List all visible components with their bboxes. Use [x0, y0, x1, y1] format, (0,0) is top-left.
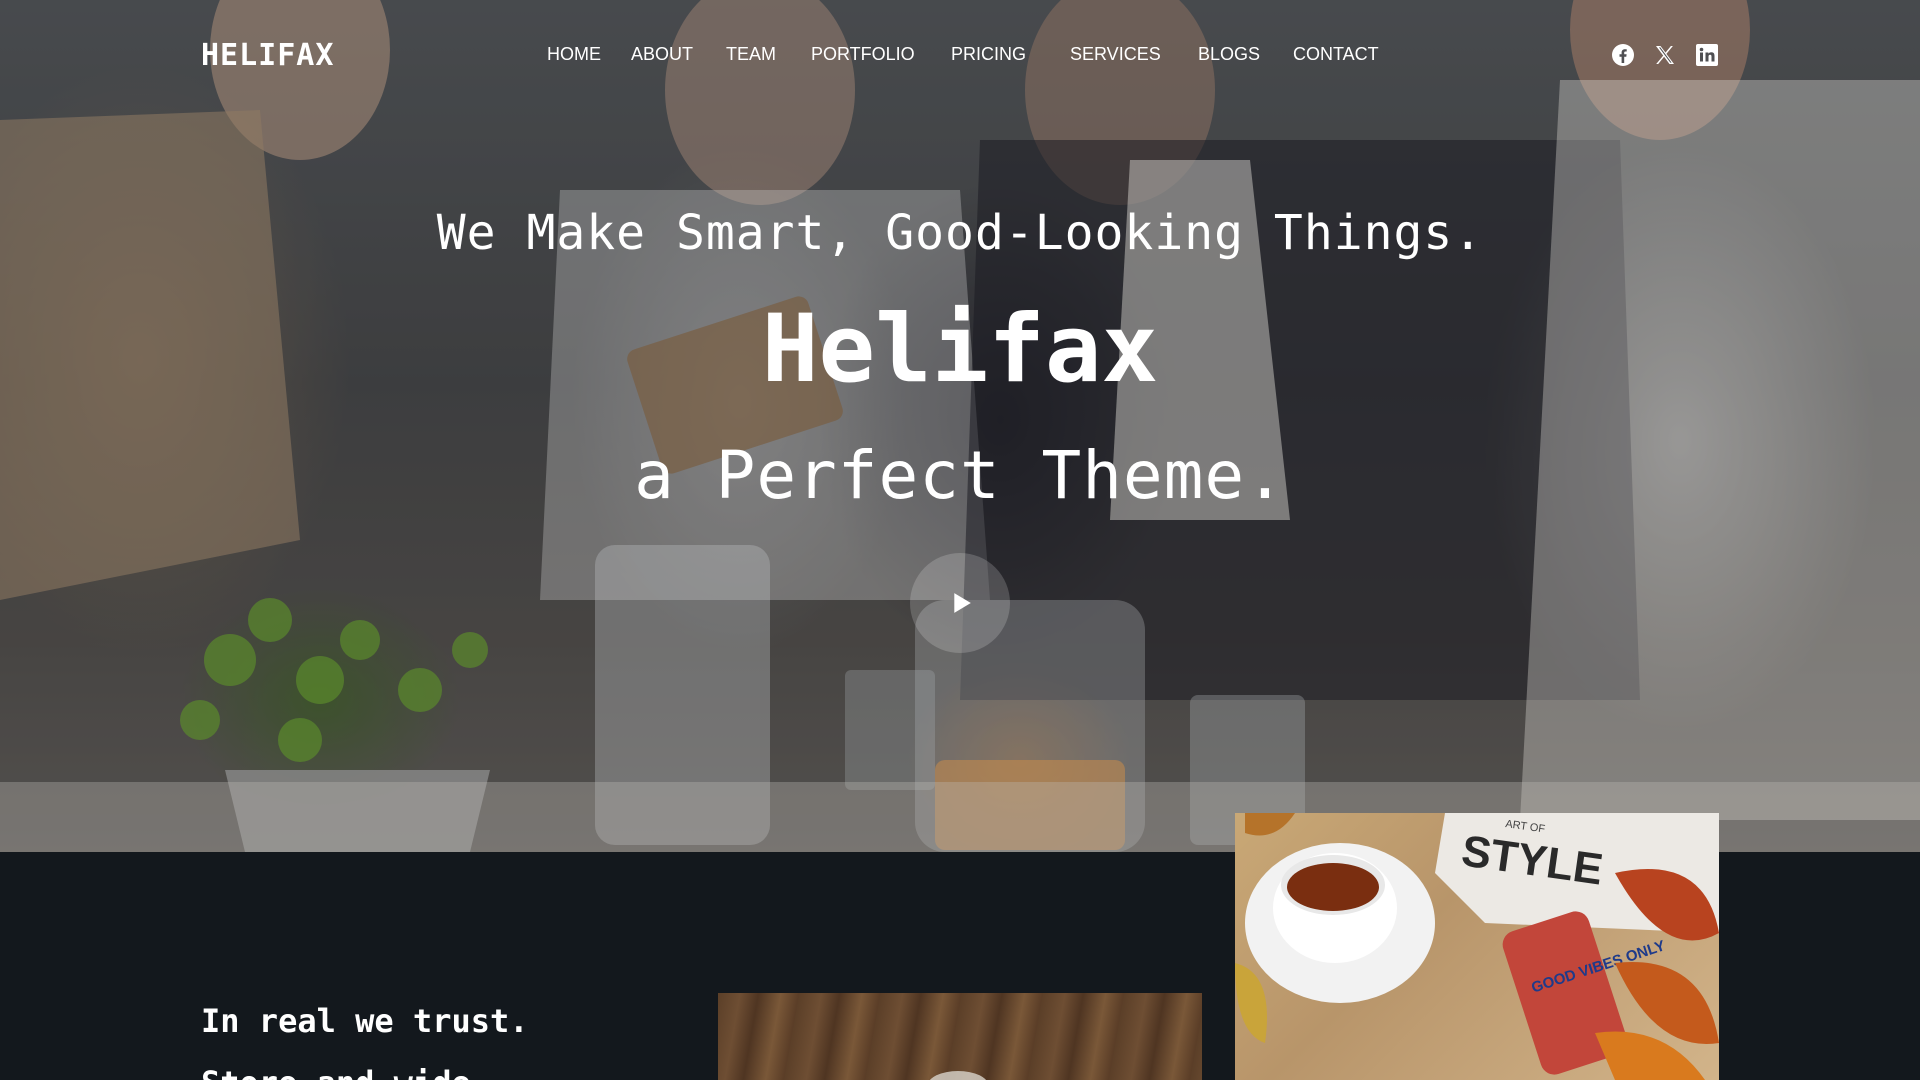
nav-about[interactable]: ABOUT — [631, 44, 693, 65]
tea-magazine-illustration: ART OF STYLE GOOD VIBES ONLY — [1235, 813, 1719, 1080]
site-logo[interactable]: HELIFAX — [201, 38, 334, 73]
nav-contact[interactable]: CONTACT — [1293, 44, 1379, 65]
nav-services[interactable]: SERVICES — [1070, 44, 1161, 65]
hero-section: HELIFAX HOME ABOUT TEAM PORTFOLIO PRICIN… — [0, 0, 1920, 852]
nav-pricing[interactable]: PRICING — [951, 44, 1026, 65]
hero-tagline: We Make Smart, Good-Looking Things. — [436, 205, 1484, 261]
facebook-icon[interactable] — [1611, 43, 1635, 67]
video-play-button[interactable] — [910, 553, 1010, 653]
hero-subtitle: a Perfect Theme. — [634, 437, 1286, 514]
nav-blogs[interactable]: BLOGS — [1198, 44, 1260, 65]
section-subheading: Store and wide — [201, 1064, 471, 1080]
wood-desk-photo — [718, 993, 1202, 1080]
hero-title: Helifax — [761, 295, 1159, 404]
tea-magazine-photo: ART OF STYLE GOOD VIBES ONLY — [1235, 813, 1719, 1080]
nav-team[interactable]: TEAM — [726, 44, 776, 65]
nav-home[interactable]: HOME — [547, 44, 601, 65]
hero-background-photo — [0, 0, 1920, 852]
section-heading: In real we trust. — [201, 1002, 529, 1040]
x-twitter-icon[interactable] — [1653, 43, 1677, 67]
nav-portfolio[interactable]: PORTFOLIO — [811, 44, 915, 65]
play-icon — [953, 593, 971, 613]
linkedin-icon[interactable] — [1695, 43, 1719, 67]
